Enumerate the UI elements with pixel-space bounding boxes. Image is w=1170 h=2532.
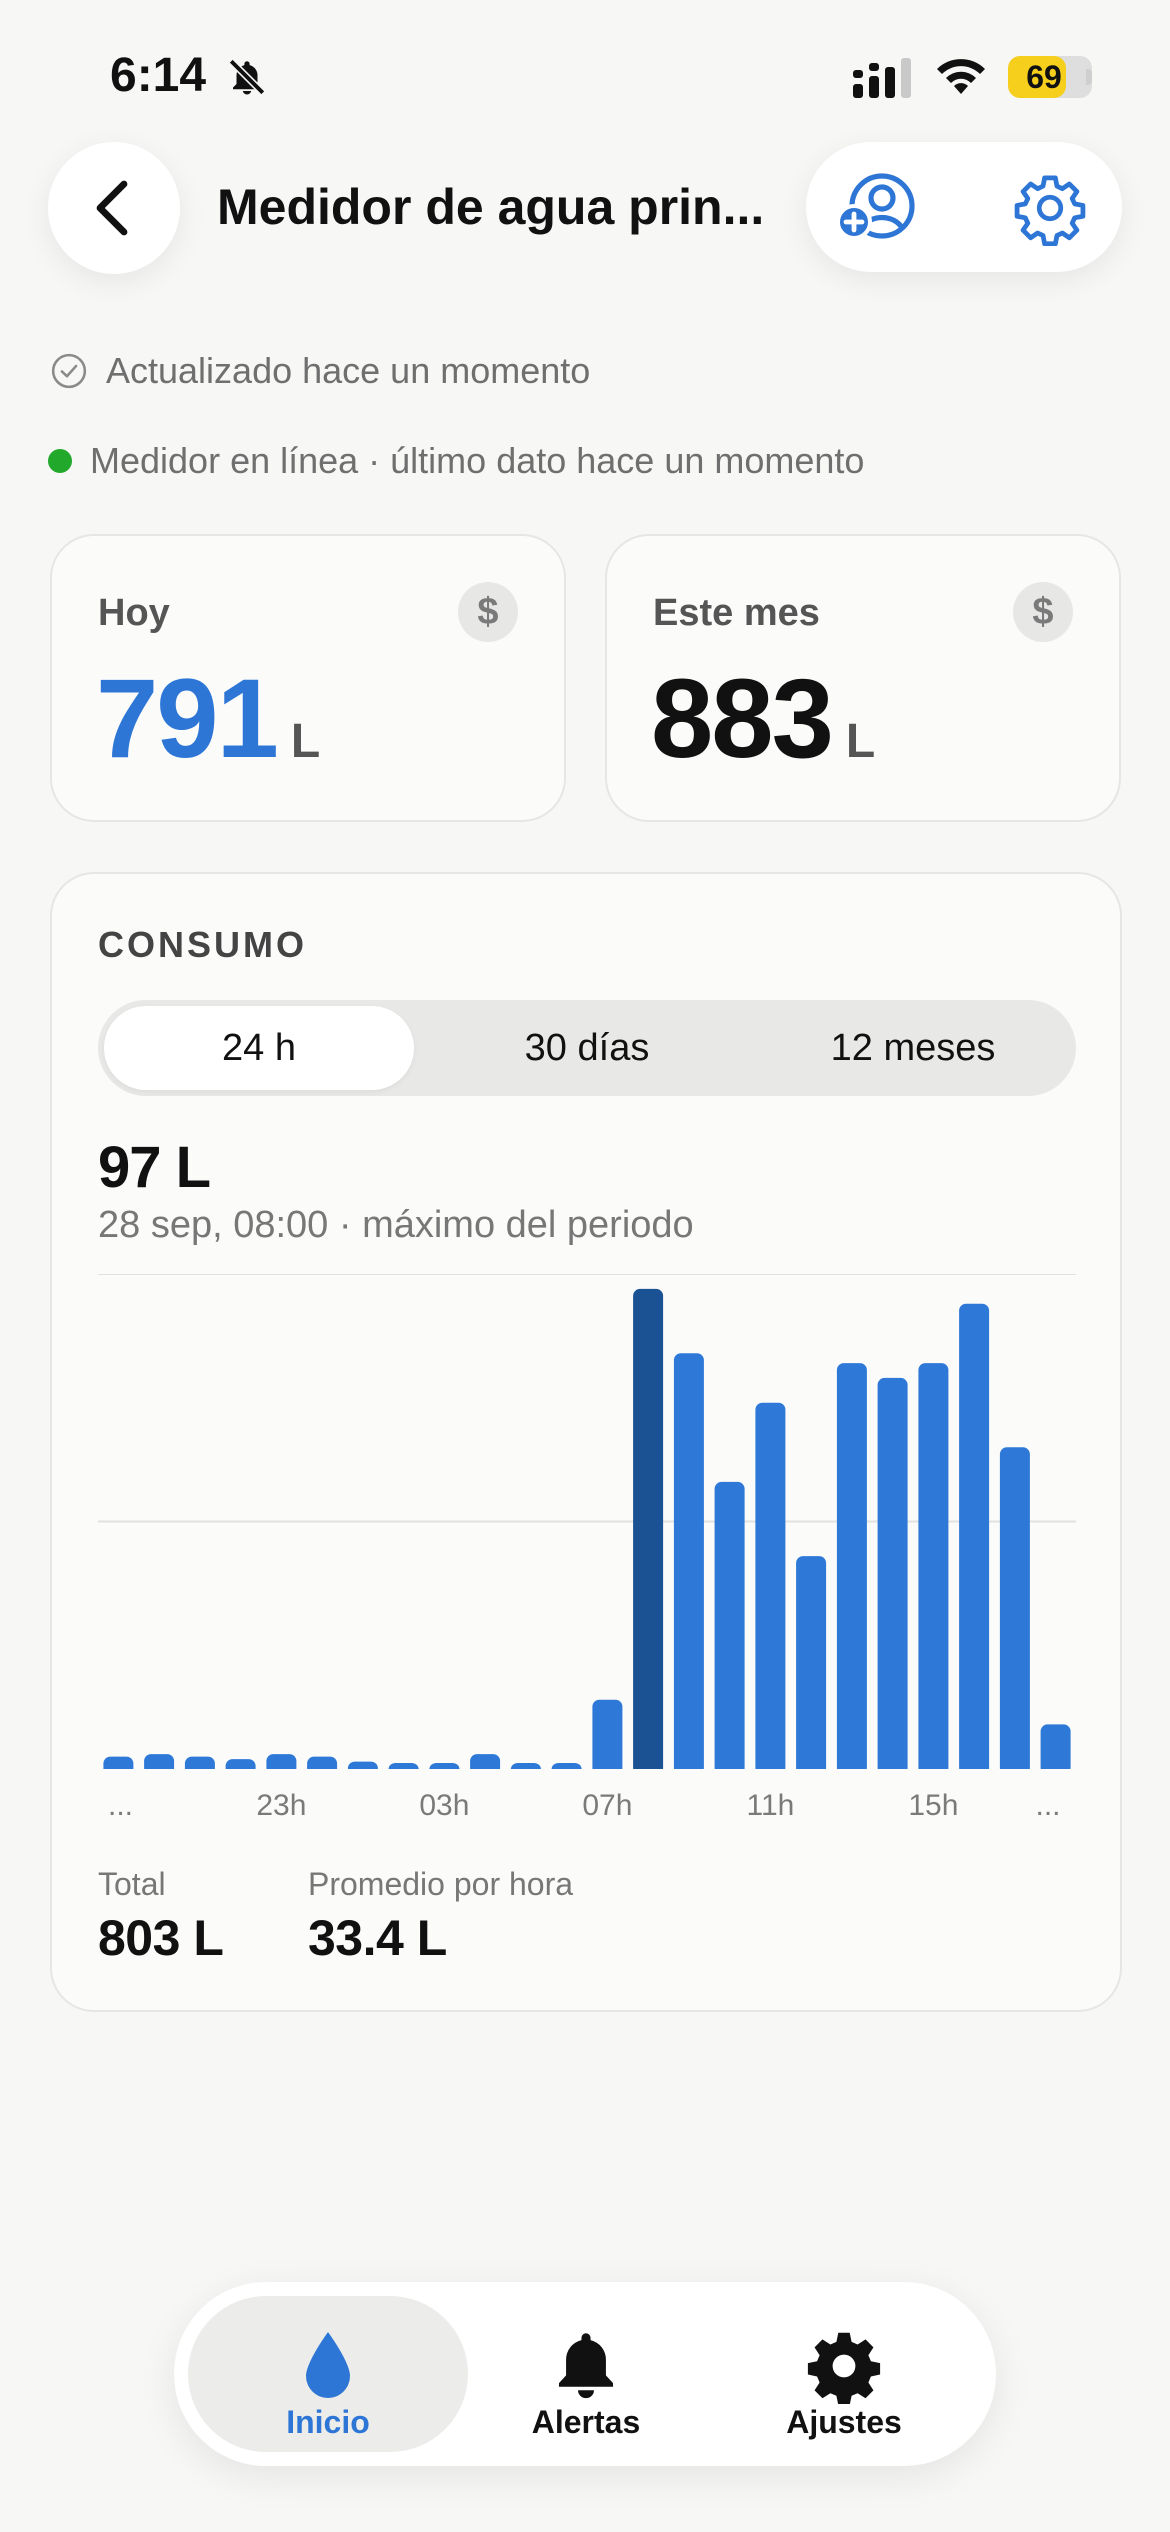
section-title: CONSUMO [98, 924, 307, 965]
month-label: Este mes [653, 592, 820, 634]
x-tick-label: 07h [582, 1789, 632, 1822]
gear-icon [807, 2332, 881, 2404]
chart-bar[interactable] [755, 1402, 786, 1775]
page-title: Medidor de agua prin... [217, 179, 765, 235]
x-tick-label: ... [108, 1789, 133, 1822]
tab-24h[interactable]: 24 h [104, 1006, 414, 1090]
battery-level: 69 [1026, 59, 1062, 95]
month-unit: L [845, 715, 876, 768]
tab-alertas[interactable]: Alertas [446, 2296, 726, 2452]
back-button[interactable] [48, 142, 180, 274]
bell-icon [558, 2333, 614, 2399]
chart-bar[interactable] [836, 1363, 867, 1775]
header-actions [806, 142, 1122, 272]
tab-label: Inicio [286, 2404, 370, 2440]
average-value: 33.4 L [308, 1910, 447, 1966]
x-tick-label: 15h [908, 1789, 958, 1822]
tab-label: Alertas [531, 2404, 641, 2440]
chevron-left-icon [96, 180, 128, 236]
today-card[interactable]: Hoy $ 791 L [50, 534, 566, 822]
peak-subtitle: 28 sep, 08:00 · máximo del periodo [98, 1204, 694, 1246]
gear-icon [1014, 175, 1086, 246]
chart-baseline-mask [98, 1769, 1076, 1781]
status-time: 6:14 [110, 49, 207, 102]
month-value: 883 [651, 656, 834, 781]
today-unit: L [290, 715, 321, 768]
today-value: 791 [96, 656, 279, 781]
total-label: Total [98, 1866, 166, 1902]
dollar-icon[interactable]: $ [1013, 582, 1073, 642]
chart-bar[interactable] [633, 1288, 664, 1775]
chart-bar[interactable] [959, 1303, 990, 1775]
wifi-icon [937, 59, 985, 94]
tab-inicio[interactable]: Inicio [188, 2296, 468, 2452]
chart-bar[interactable] [877, 1377, 908, 1775]
check-circle-icon [51, 353, 87, 389]
period-selector: 24 h 30 días 12 meses [98, 1000, 1076, 1096]
x-tick-label: 23h [256, 1789, 306, 1822]
tab-12-months[interactable]: 12 meses [758, 1006, 1068, 1090]
chart-bar[interactable] [1040, 1724, 1071, 1775]
total-summary: Total 803 L [98, 1866, 224, 1967]
status-bar: 6:14 69 [0, 0, 1170, 150]
dollar-icon[interactable]: $ [458, 582, 518, 642]
total-value: 803 L [98, 1910, 224, 1966]
settings-button[interactable] [1006, 164, 1094, 252]
updated-status: Actualizado hace un momento [50, 350, 590, 392]
tab-label: Ajustes [786, 2404, 902, 2440]
chart-bar[interactable] [796, 1556, 827, 1775]
today-label: Hoy [98, 592, 170, 634]
tab-30-days[interactable]: 30 días [432, 1006, 742, 1090]
average-label: Promedio por hora [308, 1866, 574, 1902]
chart-bar[interactable] [999, 1447, 1030, 1776]
x-tick-label: 11h [746, 1789, 794, 1822]
x-tick-label: 03h [419, 1789, 469, 1822]
consumption-chart[interactable]: ... 23h 03h 07h 11h 15h... [98, 1274, 1076, 1834]
battery-nub [1086, 69, 1092, 85]
chart-bar[interactable] [592, 1699, 623, 1775]
month-card[interactable]: Este mes $ 883 L [605, 534, 1121, 822]
updated-text: Actualizado hace un momento [106, 350, 591, 391]
add-user-icon [836, 173, 915, 240]
chart-bar[interactable] [918, 1363, 949, 1775]
online-text: Medidor en línea · último dato hace un m… [90, 440, 865, 481]
peak-value: 97 L [98, 1135, 211, 1200]
tab-bar: Inicio Alertas Ajustes [174, 2282, 996, 2466]
water-drop-icon [306, 2332, 350, 2398]
chart-bar[interactable] [673, 1353, 704, 1775]
bell-off-icon [228, 58, 266, 96]
online-status: Medidor en línea · último dato hace un m… [48, 440, 864, 482]
x-tick-label: ... [1035, 1789, 1060, 1822]
tab-ajustes[interactable]: Ajustes [704, 2296, 984, 2452]
online-dot [48, 449, 72, 473]
chart-bar[interactable] [714, 1481, 745, 1775]
add-user-button[interactable] [832, 164, 920, 252]
battery-indicator: 69 [1008, 56, 1092, 98]
consumption-card: CONSUMO 24 h 30 días 12 meses 97 L 28 se… [50, 872, 1122, 2012]
average-summary: Promedio por hora 33.4 L [308, 1866, 573, 1967]
signal-icon [853, 58, 911, 98]
